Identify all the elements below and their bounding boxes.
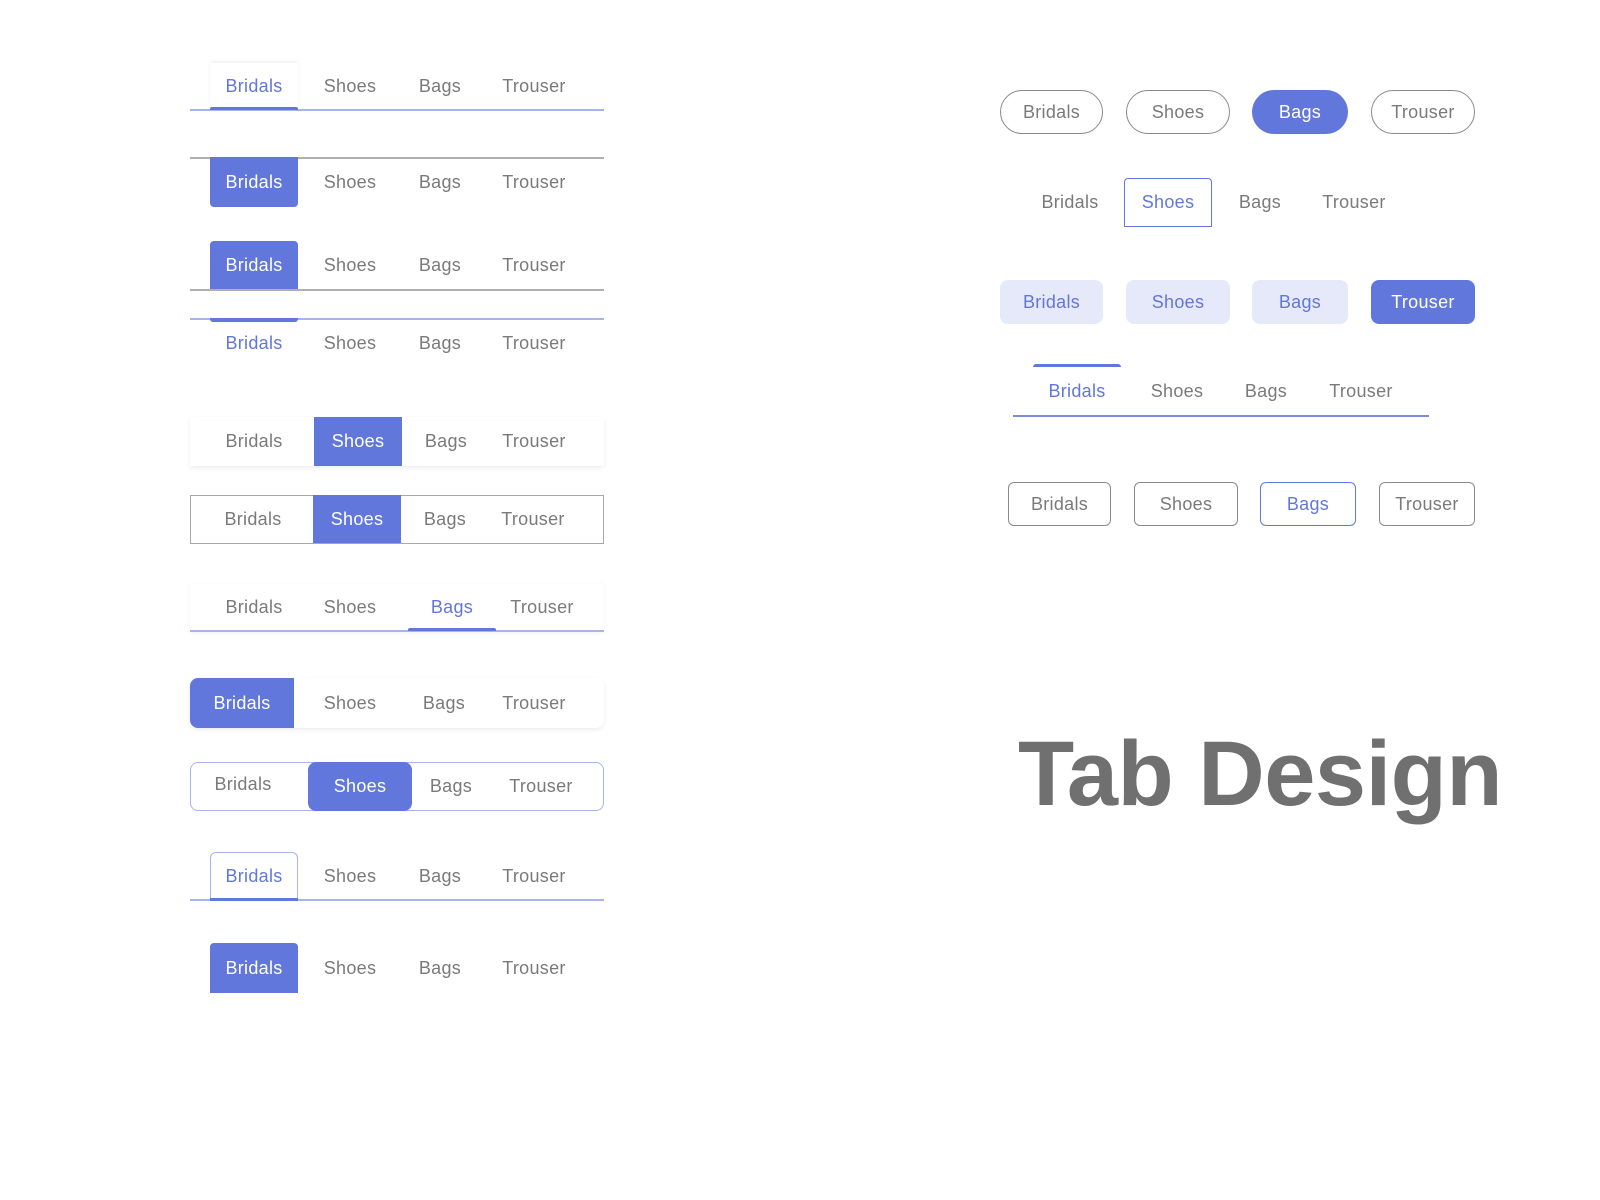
tab-trouser[interactable]: Trouser xyxy=(488,417,580,466)
tab-trouser[interactable]: Trouser xyxy=(1371,90,1475,134)
tab-bridals[interactable]: Bridals xyxy=(210,322,298,364)
tab-shoes[interactable]: Shoes xyxy=(308,63,392,109)
tab-shoes[interactable]: Shoes xyxy=(308,943,392,993)
tab-bridals[interactable]: Bridals xyxy=(210,852,298,900)
tab-bridals[interactable]: Bridals xyxy=(210,584,298,630)
tab-bridals[interactable]: Bridals xyxy=(209,496,297,542)
tabbar-underline-shadow: Bridals Shoes Bags Trouser xyxy=(190,584,604,632)
page-title: Tab Design xyxy=(1018,723,1503,825)
tab-trouser[interactable]: Trouser xyxy=(1371,280,1475,324)
tab-bridals[interactable]: Bridals xyxy=(1033,367,1121,415)
tab-bags[interactable]: Bags xyxy=(402,852,478,900)
tab-trouser[interactable]: Trouser xyxy=(488,943,580,993)
tab-trouser[interactable]: Trouser xyxy=(493,763,589,809)
tab-bags[interactable]: Bags xyxy=(406,678,482,728)
tabbar-baseline xyxy=(190,289,604,291)
tab-bags[interactable]: Bags xyxy=(408,417,484,466)
tabbar-top-indicator: Bridals Shoes Bags Trouser xyxy=(190,318,604,368)
tab-shoes[interactable]: Shoes xyxy=(308,762,412,811)
tab-trouser[interactable]: Trouser xyxy=(488,322,580,364)
tab-shoes[interactable]: Shoes xyxy=(308,584,392,630)
tab-trouser[interactable]: Trouser xyxy=(488,852,580,900)
tab-bridals[interactable]: Bridals xyxy=(1000,90,1103,134)
tab-shoes[interactable]: Shoes xyxy=(1126,90,1230,134)
tab-bridals[interactable]: Bridals xyxy=(1026,178,1114,227)
tab-bridals[interactable]: Bridals xyxy=(210,241,298,289)
tab-shoes[interactable]: Shoes xyxy=(308,322,392,364)
tabbar-soft-chips: Bridals Shoes Bags Trouser xyxy=(1000,280,1480,324)
tabbar-filled-shadow: Bridals Shoes Bags Trouser xyxy=(190,417,604,466)
tab-bags[interactable]: Bags xyxy=(402,63,478,109)
tab-trouser[interactable]: Trouser xyxy=(488,63,580,109)
tab-shoes[interactable]: Shoes xyxy=(1126,280,1230,324)
tab-bags[interactable]: Bags xyxy=(1228,367,1304,415)
tab-bags[interactable]: Bags xyxy=(1260,482,1356,526)
active-indicator xyxy=(408,628,496,631)
tab-bags[interactable]: Bags xyxy=(402,241,478,289)
tabbar-filled-bordered: Bridals Shoes Bags Trouser xyxy=(190,495,604,544)
tab-shoes[interactable]: Shoes xyxy=(308,678,392,728)
tab-bridals[interactable]: Bridals xyxy=(190,678,294,728)
tabbar-pill-outline: Bridals Shoes Bags Trouser xyxy=(1000,90,1480,134)
tab-bridals[interactable]: Bridals xyxy=(1000,280,1103,324)
tab-trouser[interactable]: Trouser xyxy=(487,496,579,542)
tab-trouser[interactable]: Trouser xyxy=(488,241,580,289)
active-indicator xyxy=(210,898,298,901)
tab-bags[interactable]: Bags xyxy=(408,584,496,630)
tab-bags[interactable]: Bags xyxy=(413,763,489,809)
tabbar-outlined-folder: Bridals Shoes Bags Trouser xyxy=(190,852,604,902)
tab-bags[interactable]: Bags xyxy=(402,322,478,364)
tab-shoes[interactable]: Shoes xyxy=(308,157,392,207)
tab-bags[interactable]: Bags xyxy=(1222,178,1298,227)
tab-bridals[interactable]: Bridals xyxy=(197,761,289,807)
tabbar-filled-raised: Bridals Shoes Bags Trouser xyxy=(190,241,604,291)
tabbar-filled-simple: Bridals Shoes Bags Trouser xyxy=(190,943,604,993)
tabbar-baseline xyxy=(1013,415,1429,417)
tab-trouser[interactable]: Trouser xyxy=(496,584,588,630)
tabbar-rounded-outline-buttons: Bridals Shoes Bags Trouser xyxy=(1008,482,1488,526)
tab-shoes[interactable]: Shoes xyxy=(1134,482,1238,526)
tab-bags[interactable]: Bags xyxy=(1252,90,1348,134)
tab-bridals[interactable]: Bridals xyxy=(210,943,298,993)
tab-shoes[interactable]: Shoes xyxy=(1124,178,1212,227)
tabbar-underline-top-shadow: Bridals Shoes Bags Trouser xyxy=(190,63,604,111)
tabbar-top-bar-underline: Bridals Shoes Bags Trouser xyxy=(1013,364,1433,418)
tab-bridals[interactable]: Bridals xyxy=(210,417,298,466)
tab-trouser[interactable]: Trouser xyxy=(488,678,580,728)
tabbar-outline-box: Bridals Shoes Bags Trouser xyxy=(1000,178,1480,227)
tabbar-baseline xyxy=(190,630,604,632)
tab-shoes[interactable]: Shoes xyxy=(314,417,402,466)
tab-trouser[interactable]: Trouser xyxy=(1379,482,1475,526)
tab-bridals[interactable]: Bridals xyxy=(210,63,298,109)
tab-bags[interactable]: Bags xyxy=(1252,280,1348,324)
tab-bags[interactable]: Bags xyxy=(407,496,483,542)
tab-trouser[interactable]: Trouser xyxy=(1306,178,1402,227)
tab-bridals[interactable]: Bridals xyxy=(210,157,298,207)
tab-shoes[interactable]: Shoes xyxy=(1135,367,1219,415)
tab-bags[interactable]: Bags xyxy=(402,157,478,207)
tab-shoes[interactable]: Shoes xyxy=(308,852,392,900)
tabbar-segmented: Bridals Shoes Bags Trouser xyxy=(190,762,604,811)
tab-shoes[interactable]: Shoes xyxy=(313,495,401,543)
tab-bags[interactable]: Bags xyxy=(402,943,478,993)
tabbar-filled-rounded-left: Bridals Shoes Bags Trouser xyxy=(190,678,604,728)
tabbar-filled-hanging: Bridals Shoes Bags Trouser xyxy=(190,157,604,209)
tab-trouser[interactable]: Trouser xyxy=(1313,367,1409,415)
tab-shoes[interactable]: Shoes xyxy=(308,241,392,289)
active-indicator xyxy=(210,107,298,110)
tab-trouser[interactable]: Trouser xyxy=(488,157,580,207)
tab-bridals[interactable]: Bridals xyxy=(1008,482,1111,526)
